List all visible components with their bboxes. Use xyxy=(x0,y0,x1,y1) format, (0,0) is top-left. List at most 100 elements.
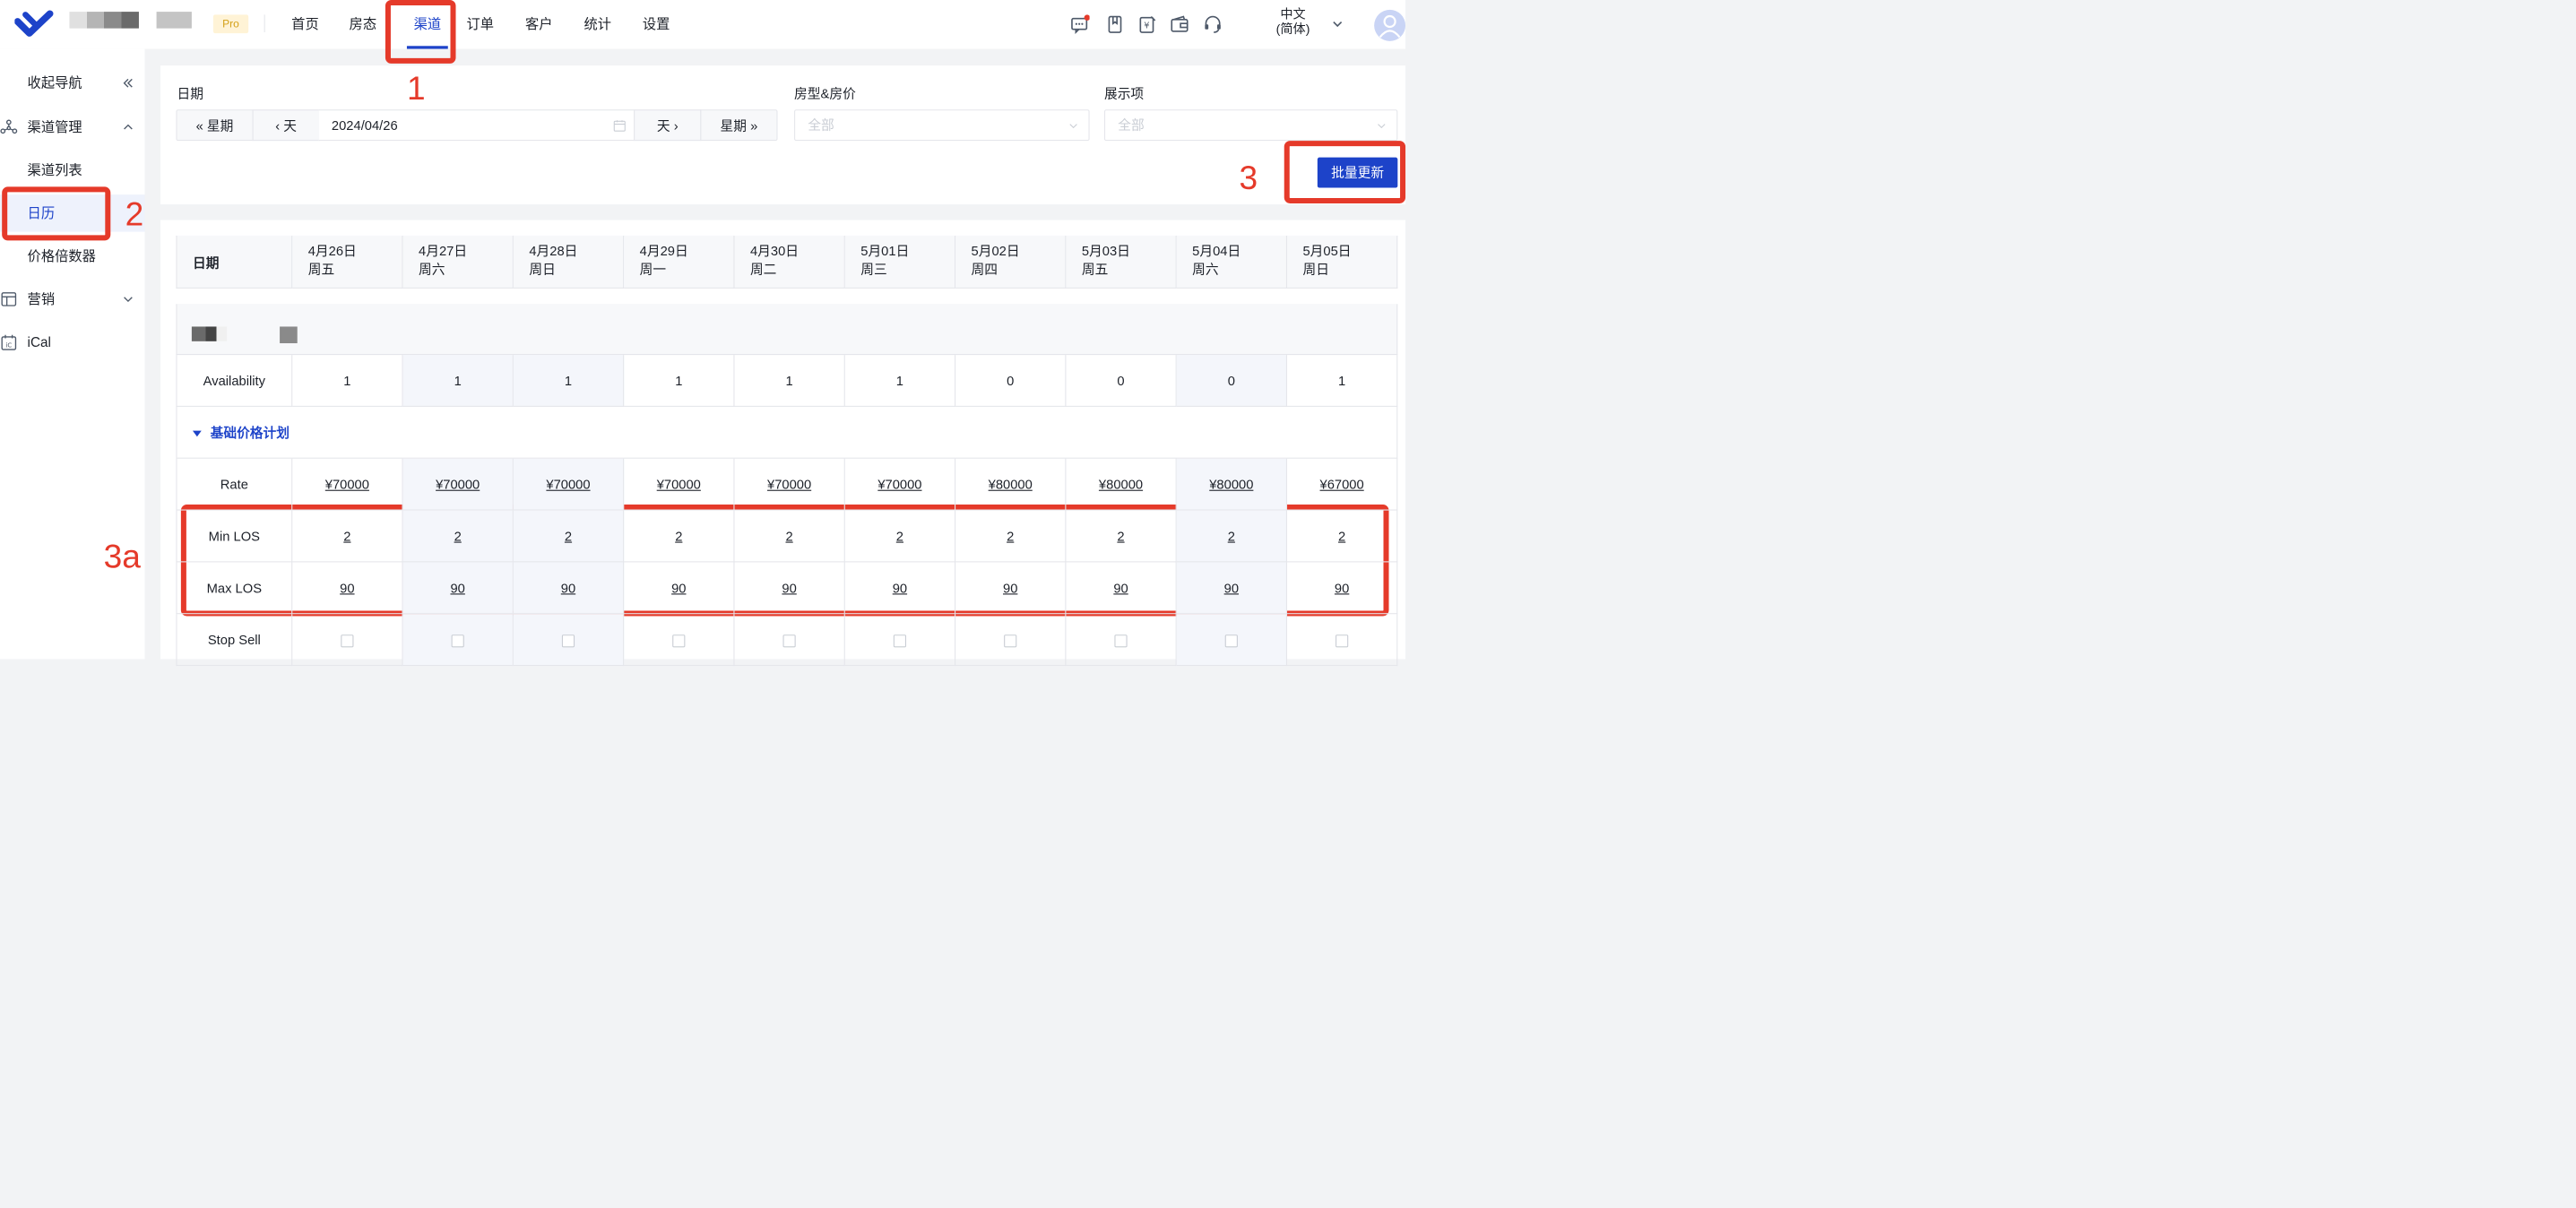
min-los-cell-value[interactable]: 2 xyxy=(1117,529,1124,543)
max-los-cell-value[interactable]: 90 xyxy=(1224,581,1239,595)
sidebar-item-marketing[interactable]: 营销 xyxy=(0,280,144,319)
min-los-cell[interactable]: 2 xyxy=(292,510,403,563)
min-los-cell[interactable]: 2 xyxy=(1176,510,1288,563)
invoice-yen-icon[interactable]: ¥ xyxy=(1137,14,1157,34)
min-los-cell-value[interactable]: 2 xyxy=(785,529,792,543)
nav-customers[interactable]: 客户 xyxy=(524,0,554,49)
rate-cell[interactable]: ¥80000 xyxy=(1066,458,1177,511)
chevron-down-icon[interactable] xyxy=(1330,17,1344,31)
avatar[interactable] xyxy=(1374,9,1406,41)
min-los-cell-value[interactable]: 2 xyxy=(1338,529,1345,543)
stop-sell-checkbox[interactable] xyxy=(672,634,686,648)
max-los-cell-value[interactable]: 90 xyxy=(1335,581,1349,595)
stop-sell-checkbox[interactable] xyxy=(561,634,575,648)
display-items-select[interactable]: 全部 xyxy=(1103,109,1398,142)
double-chevron-left-icon[interactable] xyxy=(120,75,135,91)
rate-cell[interactable]: ¥67000 xyxy=(1287,458,1398,511)
prev-week-button[interactable]: « 星期 xyxy=(176,109,254,142)
wallet-icon[interactable] xyxy=(1170,14,1189,34)
min-los-cell-value[interactable]: 2 xyxy=(565,529,572,543)
sidebar-item-ical[interactable]: iC iCal xyxy=(0,323,144,362)
rate-cell-value[interactable]: ¥80000 xyxy=(1209,478,1253,492)
min-los-cell-value[interactable]: 2 xyxy=(896,529,903,543)
max-los-cell-value[interactable]: 90 xyxy=(782,581,796,595)
headset-support-icon[interactable] xyxy=(1203,14,1223,34)
rate-cell[interactable]: ¥70000 xyxy=(292,458,403,511)
max-los-cell-value[interactable]: 90 xyxy=(893,581,907,595)
stop-sell-checkbox[interactable] xyxy=(1336,634,1349,648)
nav-statistics[interactable]: 统计 xyxy=(583,0,612,49)
rate-cell[interactable]: ¥70000 xyxy=(402,458,514,511)
nav-home[interactable]: 首页 xyxy=(290,0,320,49)
rate-cell-value[interactable]: ¥70000 xyxy=(657,478,701,492)
stop-sell-checkbox[interactable] xyxy=(1114,634,1128,648)
max-los-cell[interactable]: 90 xyxy=(292,562,403,615)
max-los-cell[interactable]: 90 xyxy=(1176,562,1288,615)
sidebar-item-channel-management[interactable]: 渠道管理 xyxy=(0,108,144,147)
min-los-cell[interactable]: 2 xyxy=(734,510,845,563)
max-los-cell[interactable]: 90 xyxy=(844,562,956,615)
max-los-cell[interactable]: 90 xyxy=(1287,562,1398,615)
max-los-cell[interactable]: 90 xyxy=(513,562,625,615)
rate-plan-row[interactable]: 基础价格计划 xyxy=(176,406,1398,459)
max-los-cell-value[interactable]: 90 xyxy=(561,581,575,595)
max-los-cell-value[interactable]: 90 xyxy=(1003,581,1017,595)
nav-room-status[interactable]: 房态 xyxy=(348,0,377,49)
max-los-cell[interactable]: 90 xyxy=(1066,562,1177,615)
rate-cell[interactable]: ¥70000 xyxy=(844,458,956,511)
rate-cell[interactable]: ¥70000 xyxy=(734,458,845,511)
max-los-cell-value[interactable]: 90 xyxy=(671,581,686,595)
min-los-cell-value[interactable]: 2 xyxy=(343,529,350,543)
min-los-cell-value[interactable]: 2 xyxy=(675,529,682,543)
stop-sell-checkbox[interactable] xyxy=(451,634,464,648)
bookmark-icon[interactable] xyxy=(1105,14,1125,34)
min-los-cell-value[interactable]: 2 xyxy=(1228,529,1235,543)
rate-cell-value[interactable]: ¥80000 xyxy=(1099,478,1143,492)
rate-cell[interactable]: ¥80000 xyxy=(955,458,1067,511)
rate-cell[interactable]: ¥80000 xyxy=(1176,458,1288,511)
rate-cell-value[interactable]: ¥70000 xyxy=(325,478,369,492)
nav-settings[interactable]: 设置 xyxy=(642,0,671,49)
next-week-button[interactable]: 星期 » xyxy=(700,109,778,142)
sidebar-collapse[interactable]: 收起导航 xyxy=(0,64,144,103)
stop-sell-checkbox[interactable] xyxy=(893,634,906,648)
min-los-cell-value[interactable]: 2 xyxy=(1007,529,1014,543)
room-rate-select[interactable]: 全部 xyxy=(794,109,1090,142)
max-los-cell[interactable]: 90 xyxy=(402,562,514,615)
rate-cell[interactable]: ¥70000 xyxy=(513,458,625,511)
max-los-cell-value[interactable]: 90 xyxy=(450,581,464,595)
date-picker-input[interactable]: 2024/04/26 xyxy=(318,109,635,142)
min-los-cell[interactable]: 2 xyxy=(513,510,625,563)
sidebar-item-channel-list[interactable]: 渠道列表 xyxy=(0,151,144,190)
calendar-icon[interactable] xyxy=(613,119,626,132)
max-los-cell[interactable]: 90 xyxy=(734,562,845,615)
stop-sell-checkbox[interactable] xyxy=(341,634,354,648)
min-los-cell[interactable]: 2 xyxy=(844,510,956,563)
rate-cell-value[interactable]: ¥67000 xyxy=(1320,478,1364,492)
min-los-cell[interactable]: 2 xyxy=(402,510,514,563)
prev-day-button[interactable]: ‹ 天 xyxy=(252,109,320,142)
sidebar-item-price-multiplier[interactable]: 价格倍数器 xyxy=(0,237,144,276)
min-los-cell[interactable]: 2 xyxy=(1066,510,1177,563)
nav-orders[interactable]: 订单 xyxy=(465,0,495,49)
max-los-cell[interactable]: 90 xyxy=(955,562,1067,615)
rate-cell-value[interactable]: ¥70000 xyxy=(546,478,590,492)
rate-cell-value[interactable]: ¥70000 xyxy=(767,478,811,492)
stop-sell-checkbox[interactable] xyxy=(1224,634,1238,648)
max-los-cell-value[interactable]: 90 xyxy=(340,581,354,595)
stop-sell-checkbox[interactable] xyxy=(782,634,796,648)
stop-sell-checkbox[interactable] xyxy=(1004,634,1017,648)
app-logo-icon[interactable] xyxy=(14,9,54,40)
max-los-cell[interactable]: 90 xyxy=(624,562,735,615)
rate-cell[interactable]: ¥70000 xyxy=(624,458,735,511)
caret-down-icon[interactable] xyxy=(192,430,202,437)
next-day-button[interactable]: 天 › xyxy=(634,109,702,142)
rate-cell-value[interactable]: ¥70000 xyxy=(877,478,921,492)
language-switcher[interactable]: 中文 (简体) xyxy=(1269,7,1316,37)
rate-cell-value[interactable]: ¥80000 xyxy=(989,478,1033,492)
rate-cell-value[interactable]: ¥70000 xyxy=(436,478,480,492)
min-los-cell[interactable]: 2 xyxy=(1287,510,1398,563)
min-los-cell[interactable]: 2 xyxy=(955,510,1067,563)
min-los-cell[interactable]: 2 xyxy=(624,510,735,563)
min-los-cell-value[interactable]: 2 xyxy=(454,529,462,543)
